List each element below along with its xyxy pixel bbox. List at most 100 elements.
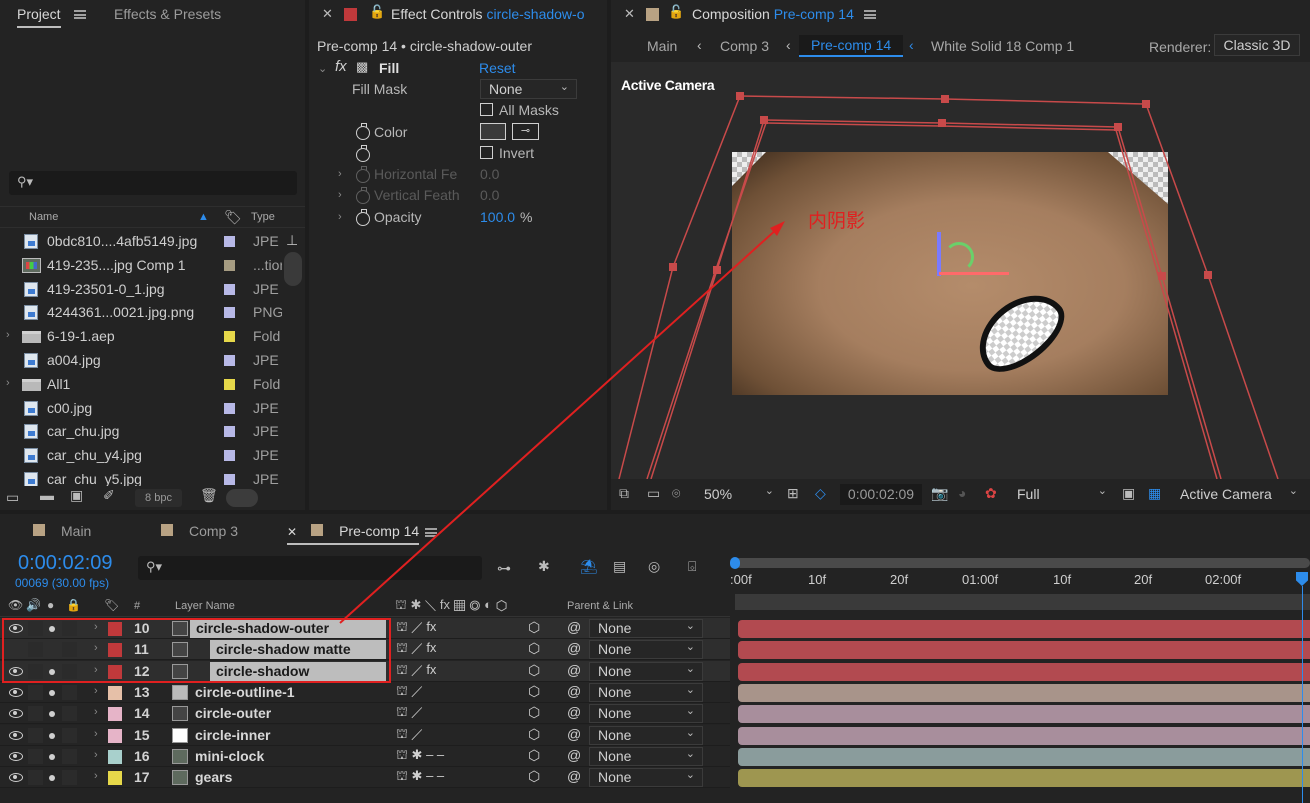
layer-switches[interactable]: ⛫ ✱ – – [396,768,444,786]
label-color-swatch[interactable] [108,771,122,786]
thumbnail-slider[interactable] [226,489,258,507]
eye-icon[interactable] [9,687,23,697]
layer-switches[interactable]: ⛫ ✱ – – [396,747,444,765]
horizontal-feather-value[interactable]: 0.0 [480,166,499,182]
region-of-interest-icon[interactable]: ▣ [1122,485,1135,502]
tab-project[interactable]: Project [17,6,61,28]
flowchart-icon[interactable]: ⊥ [286,232,298,249]
all-masks-checkbox[interactable] [480,103,493,116]
pickwhip-icon[interactable]: @ [567,726,581,742]
reset-link[interactable]: Reset [479,60,516,76]
label-color-swatch[interactable] [224,402,235,414]
layer-name[interactable]: mini-clock [195,748,264,764]
column-layer-name[interactable]: Layer Name [175,600,235,612]
motion-blur-icon[interactable]: ◎ [648,558,660,575]
new-folder-icon[interactable]: ▬ [40,487,54,503]
pickwhip-icon[interactable]: @ [567,662,581,678]
layer-switches[interactable]: ⛫ ⟋ fx [396,619,436,637]
eyedropper-icon[interactable]: ⊸ [512,123,539,140]
hide-shy-icon[interactable]: ⛱ [580,558,598,575]
stopwatch-icon[interactable] [356,209,370,226]
label-color-swatch[interactable] [108,707,122,722]
expand-arrow[interactable]: › [94,706,98,718]
layer-duration-bar[interactable] [738,705,1310,724]
label-color-swatch[interactable] [108,728,122,743]
show-snapshot-icon[interactable]: ◕ [958,485,966,501]
pickwhip-icon[interactable]: @ [567,640,581,656]
lock-icon[interactable]: 🔓 [369,4,385,20]
grid-icon[interactable]: ⊞ [787,485,799,502]
layer-duration-bar[interactable] [738,641,1310,660]
timeline-tab[interactable]: Main [33,523,91,539]
switch-box[interactable] [28,748,43,764]
project-item[interactable]: 419-235....jpg Comp 1 ...tion [0,255,282,276]
layer-duration-bar[interactable] [738,747,1310,766]
label-color-swatch[interactable] [224,450,235,462]
label-tag-icon[interactable]: 🏷 [104,598,119,612]
layer-name[interactable]: circle-outer [195,705,271,721]
switch-box[interactable] [62,770,77,786]
switch-box[interactable] [28,727,43,743]
project-item[interactable]: › All1 Fold [0,374,282,395]
timeline-search-input[interactable]: ⚲▾ [138,556,482,580]
timeline-timecode[interactable]: 0:00:02:09 [18,552,113,575]
parent-dropdown[interactable]: None ⌄ [589,725,703,745]
project-search-input[interactable]: ⚲▾ [9,171,297,195]
adjust-icon[interactable]: ✐ [103,487,115,504]
layer-name[interactable]: circle-outline-1 [195,684,295,700]
layer-switches[interactable]: ⛫ ⟋ [396,683,423,701]
solo-icon[interactable]: ● [47,598,54,612]
parent-dropdown[interactable]: None ⌄ [589,619,703,638]
project-menu-icon[interactable] [74,10,86,19]
project-item[interactable]: c00.jpg JPE [0,398,282,419]
layer-row[interactable]: › 13 circle-outline-1 ⛫ ⟋ ⬡ @ None ⌄ [0,681,1310,703]
3d-layer-icon[interactable]: ⬡ [528,747,540,764]
effect-name[interactable]: Fill [379,60,399,76]
layer-name[interactable]: circle-inner [195,727,270,743]
draft-3d-icon[interactable]: ✱ [538,558,550,575]
parent-dropdown[interactable]: None ⌄ [589,661,703,681]
switch-box[interactable] [28,684,43,700]
pickwhip-icon[interactable]: @ [567,704,581,720]
project-item[interactable]: 419-23501-0_1.jpg JPE [0,279,282,300]
project-item[interactable]: car_chu_y5.jpg JPE [0,469,282,486]
label-color-swatch[interactable] [224,331,235,343]
breadcrumb-comp3[interactable]: Comp 3 [720,38,769,54]
3d-layer-icon[interactable]: ⬡ [528,662,540,679]
graph-editor-icon[interactable]: ⌺ [688,558,696,575]
project-item[interactable]: a004.jpg JPE [0,350,282,371]
close-icon[interactable]: ✕ [322,6,333,22]
layer-duration-bar[interactable] [738,620,1310,638]
project-item[interactable]: 0bdc810....4afb5149.jpg JPE [0,231,282,252]
new-comp-icon[interactable]: ▣ [70,487,83,504]
composition-mini-flowchart-icon[interactable]: ⊶ [497,560,511,577]
bpc-button[interactable]: 8 bpc [135,489,182,507]
column-type[interactable]: Type [251,211,275,223]
3d-layer-icon[interactable]: ⬡ [528,683,540,700]
layer-row[interactable]: › 17 gears ⛫ ✱ – – ⬡ @ None ⌄ [0,767,1310,789]
expand-arrow[interactable]: › [338,211,342,223]
composition-viewer[interactable]: Active Camera 内阴影 [611,62,1310,479]
project-item[interactable]: 4244361...0021.jpg.png PNG [0,302,282,323]
transparency-grid-icon[interactable]: ▦ [1148,485,1161,502]
channel-icon[interactable]: ✿ [985,485,997,502]
composition-menu-icon[interactable] [864,10,876,19]
project-item[interactable]: car_chu.jpg JPE [0,421,282,442]
3d-layer-icon[interactable]: ⬡ [528,640,540,657]
snapshot-icon[interactable]: ⧉ [619,485,629,502]
label-color-swatch[interactable] [224,236,235,247]
sort-ascending-icon[interactable]: ▲ [198,211,209,223]
3d-layer-icon[interactable]: ⬡ [528,726,540,743]
switch-box[interactable] [62,748,77,764]
work-area-bar[interactable] [735,558,1310,568]
solo-dot[interactable] [49,689,55,696]
mask-icon[interactable]: ⌾ [672,485,680,502]
view-dropdown[interactable]: Active Camera ⌄ [1172,484,1302,505]
label-color-swatch[interactable] [108,685,122,700]
label-color-swatch[interactable] [224,378,235,390]
expand-arrow[interactable]: › [6,329,10,341]
timecode-display[interactable]: 0:00:02:09 [840,484,922,505]
time-ruler[interactable]: :00f 10f 20f 01:00f 10f 20f 02:00f [730,554,1310,616]
invert-checkbox[interactable] [480,146,493,159]
label-color-swatch[interactable] [224,426,235,438]
